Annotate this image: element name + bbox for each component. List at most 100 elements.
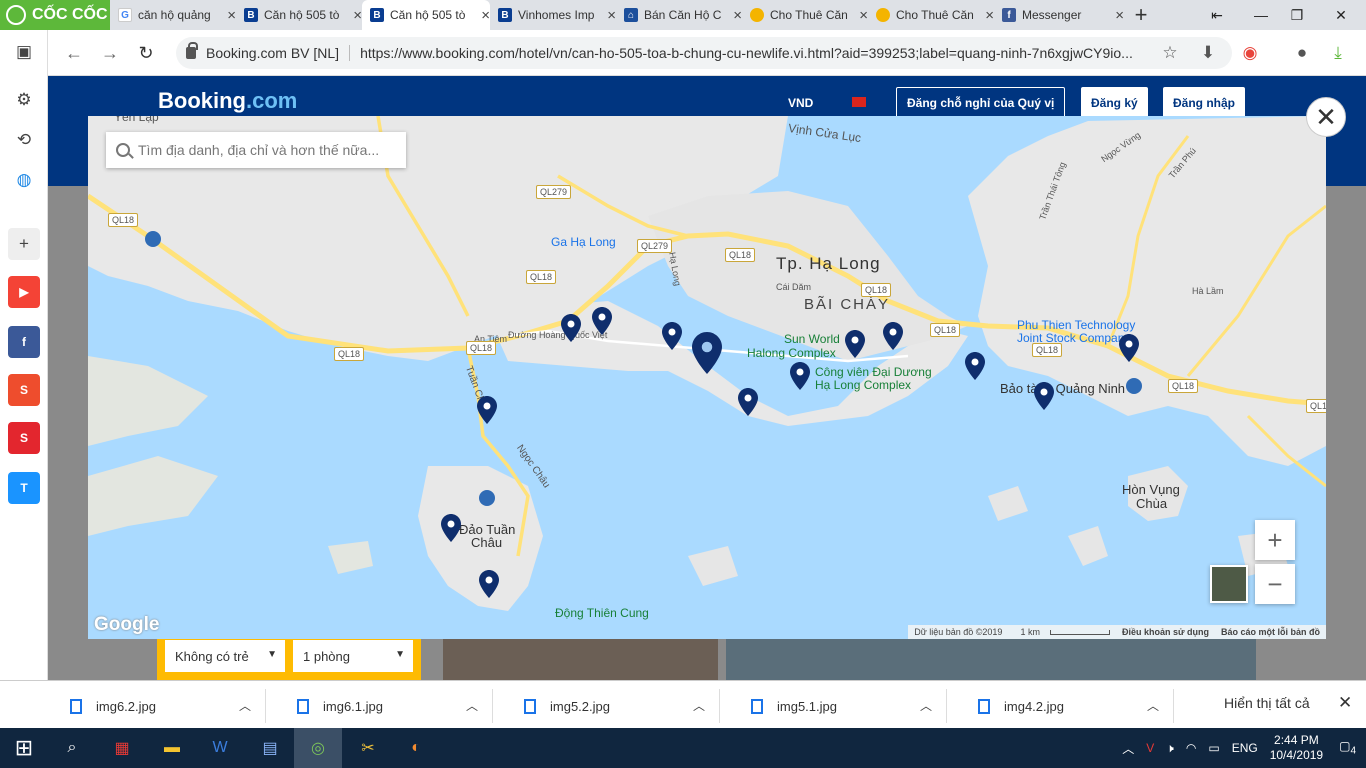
volume-muted-icon[interactable]: 🕨 [1166, 741, 1174, 756]
list-property-button[interactable]: Đăng chỗ nghỉ của Quý vị [896, 87, 1066, 119]
search-icon[interactable]: ⌕ [48, 728, 96, 768]
tools-app-icon[interactable]: ✂ [344, 728, 392, 768]
building-poi-icon[interactable] [145, 231, 161, 247]
downloads-icon[interactable]: ⤓ [1326, 41, 1350, 65]
tab-close-icon[interactable]: × [353, 7, 362, 24]
property-pin-icon[interactable] [441, 514, 461, 542]
property-pin-icon[interactable] [592, 307, 612, 335]
window-close-icon[interactable]: ✕ [1318, 0, 1364, 30]
tab-close-icon[interactable]: × [227, 7, 236, 24]
facebook-icon[interactable]: f [8, 326, 40, 358]
site-identity[interactable]: Booking.com BV [NL] [206, 45, 351, 61]
dev-tool-icon[interactable]: ▤ [246, 728, 294, 768]
bookmark-star-icon[interactable]: ☆ [1158, 41, 1182, 65]
forward-arrow-icon[interactable]: → [98, 41, 122, 65]
vietkey-icon[interactable]: V [1146, 741, 1154, 755]
tab-close-icon[interactable]: × [859, 7, 868, 24]
register-button[interactable]: Đăng ký [1081, 87, 1148, 119]
property-pin-icon[interactable] [662, 322, 682, 350]
network-icon[interactable]: ▭ [1208, 741, 1219, 755]
property-photo[interactable] [726, 632, 1256, 680]
back-arrow-icon[interactable]: ← [62, 41, 86, 65]
chevron-up-icon[interactable]: ︿ [239, 697, 251, 714]
museum-poi-icon[interactable] [1126, 378, 1142, 394]
tab-1[interactable]: G căn hộ quảng × [110, 0, 236, 30]
tab-close-icon[interactable]: × [481, 7, 490, 24]
close-downloads-icon[interactable]: ✕ [1338, 693, 1352, 713]
vietnam-flag-icon[interactable] [852, 97, 866, 107]
tab-search-icon[interactable]: ⇤ [1194, 0, 1240, 30]
tab-2[interactable]: B Căn hộ 505 tò × [236, 0, 362, 30]
restore-icon[interactable]: ❐ [1274, 0, 1320, 30]
presenter-app-icon[interactable]: ▦ [98, 728, 146, 768]
report-error-link[interactable]: Báo cáo một lỗi bản đồ [1215, 627, 1326, 637]
satellite-toggle-button[interactable] [1210, 565, 1248, 603]
settings-gear-icon[interactable]: ⚙ [8, 84, 40, 116]
property-pin-icon[interactable] [479, 570, 499, 598]
property-pin-icon[interactable] [790, 362, 810, 390]
terms-link[interactable]: Điều khoản sử dụng [1116, 627, 1215, 637]
tab-4[interactable]: B Vinhomes Imp × [490, 0, 616, 30]
tab-6[interactable]: Cho Thuê Căn × [742, 0, 868, 30]
tab-5[interactable]: ⌂ Bán Căn Hộ C × [616, 0, 742, 30]
new-tab-button[interactable]: + [1128, 2, 1154, 28]
paint-app-icon[interactable]: ◐ [392, 728, 440, 768]
chevron-up-icon[interactable]: ︿ [466, 697, 478, 714]
booking-logo[interactable]: Booking.com [158, 88, 297, 114]
login-button[interactable]: Đăng nhập [1163, 87, 1245, 119]
property-photo[interactable] [443, 632, 718, 680]
sendo-icon[interactable]: S [8, 422, 40, 454]
tab-7[interactable]: Cho Thuê Căn × [868, 0, 994, 30]
download-item[interactable]: img5.2.jpg ︿ [504, 689, 720, 723]
property-pin-icon[interactable] [1034, 382, 1054, 410]
messenger-icon[interactable]: ◍ [8, 164, 40, 196]
tab-3-active[interactable]: B Căn hộ 505 tò × [362, 0, 490, 30]
map-close-button[interactable]: ✕ [1306, 97, 1346, 137]
selected-property-pin-icon[interactable] [692, 332, 722, 374]
sidebar-toggle-icon[interactable]: ▣ [8, 36, 40, 68]
chevron-up-icon[interactable]: ︿ [1147, 697, 1159, 714]
word-icon[interactable]: W [196, 728, 244, 768]
coccoc-browser-icon[interactable]: ◎ [294, 728, 342, 768]
notification-center-icon[interactable]: ▢4 [1339, 739, 1356, 756]
download-item[interactable]: img4.2.jpg ︿ [958, 689, 1174, 723]
url-text[interactable]: https://www.booking.com/hotel/vn/can-ho-… [360, 45, 1160, 61]
tab-close-icon[interactable]: × [607, 7, 616, 24]
download-item[interactable]: img6.2.jpg ︿ [50, 689, 266, 723]
download-page-icon[interactable]: ⬇ [1196, 41, 1220, 65]
zoom-out-button[interactable]: − [1255, 564, 1295, 604]
rooms-select[interactable]: 1 phòng ▼ [293, 640, 413, 672]
tab-close-icon[interactable]: × [985, 7, 994, 24]
tab-close-icon[interactable]: × [1115, 7, 1124, 24]
property-pin-icon[interactable] [845, 330, 865, 358]
tab-close-icon[interactable]: × [733, 7, 742, 24]
coccoc-menu-button[interactable]: CỐC CỐC [0, 0, 110, 30]
property-pin-icon[interactable] [561, 314, 581, 342]
property-pin-icon[interactable] [883, 322, 903, 350]
extension-icon[interactable]: ◉ [1238, 41, 1262, 65]
file-explorer-icon[interactable]: ▬ [148, 728, 196, 768]
tiki-icon[interactable]: T [8, 472, 40, 504]
map-search-input[interactable]: Tìm địa danh, địa chỉ và hơn thế nữa... [106, 132, 406, 168]
windows-start-icon[interactable]: ⊞ [0, 728, 48, 768]
profile-avatar-icon[interactable]: ● [1290, 41, 1314, 65]
chevron-up-icon[interactable]: ︿ [920, 697, 932, 714]
chevron-up-icon[interactable]: ︿ [693, 697, 705, 714]
tab-8[interactable]: f Messenger × [994, 0, 1124, 30]
address-bar[interactable]: Booking.com BV [NL] https://www.booking.… [176, 37, 1232, 69]
property-pin-icon[interactable] [477, 396, 497, 424]
taskbar-clock[interactable]: 2:44 PM 10/4/2019 [1270, 733, 1323, 763]
building-poi-icon[interactable] [479, 490, 495, 506]
youtube-icon[interactable]: ▶ [8, 276, 40, 308]
history-icon[interactable]: ⟲ [8, 124, 40, 156]
property-pin-icon[interactable] [965, 352, 985, 380]
show-all-downloads-link[interactable]: Hiển thị tất cả [1224, 695, 1310, 711]
property-pin-icon[interactable] [738, 388, 758, 416]
download-item[interactable]: img6.1.jpg ︿ [277, 689, 493, 723]
wifi-icon[interactable]: ◠ [1186, 741, 1196, 755]
zoom-in-button[interactable]: + [1255, 520, 1295, 560]
map-modal[interactable]: Yên Lập Vịnh Cửa Lục Ga Hạ Long Tp. Hạ L… [88, 116, 1326, 639]
download-item[interactable]: img5.1.jpg ︿ [731, 689, 947, 723]
add-app-icon[interactable]: + [8, 228, 40, 260]
tray-expand-icon[interactable]: ︿ [1122, 740, 1134, 757]
